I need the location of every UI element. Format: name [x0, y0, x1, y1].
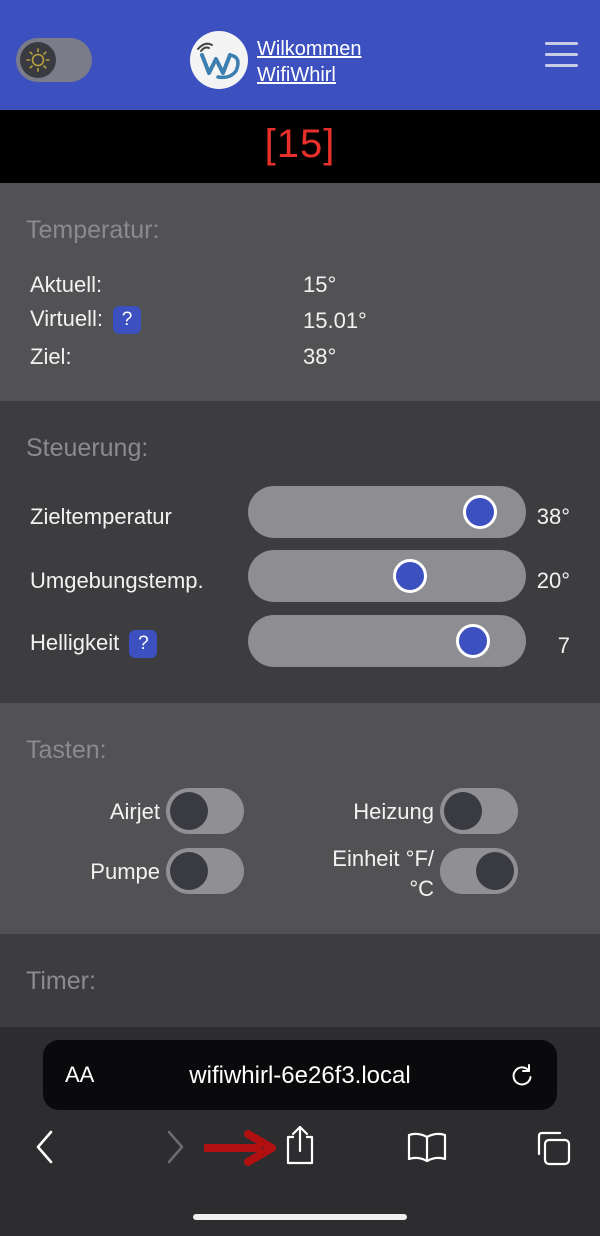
address-bar[interactable]: AA wifiwhirl-6e26f3.local	[43, 1040, 557, 1110]
pump-toggle[interactable]	[166, 848, 244, 894]
pump-label: Pumpe	[90, 859, 160, 884]
tabs-icon[interactable]	[535, 1130, 573, 1171]
ambient-temp-slider-value: 20°	[536, 568, 570, 593]
share-icon[interactable]	[283, 1123, 317, 1172]
url-text[interactable]: wifiwhirl-6e26f3.local	[43, 1062, 557, 1090]
brightness-slider[interactable]	[248, 615, 526, 667]
target-temp-slider-value: 38°	[536, 504, 570, 529]
target-temp-slider[interactable]	[248, 486, 526, 538]
toggle-knob	[170, 792, 208, 830]
back-icon[interactable]	[33, 1127, 57, 1172]
control-title: Steuerung:	[26, 434, 149, 462]
app-header: Wilkommen WifiWhirl	[0, 0, 600, 110]
unit-toggle[interactable]	[440, 848, 518, 894]
heating-toggle[interactable]	[440, 788, 518, 834]
airjet-toggle[interactable]	[166, 788, 244, 834]
slider-thumb[interactable]	[456, 624, 490, 658]
toggle-knob	[444, 792, 482, 830]
toggle-knob	[170, 852, 208, 890]
help-icon[interactable]: ?	[129, 630, 158, 659]
virtual-temp-value: 15.01°	[303, 308, 367, 333]
help-icon[interactable]: ?	[113, 306, 142, 335]
temperature-title: Temperatur:	[26, 216, 160, 244]
wifiwhirl-logo-icon	[190, 31, 248, 89]
virtual-temp-label: Virtuell:	[30, 306, 103, 331]
keys-section: Tasten: Airjet Heizung Pumpe Einheit °F/…	[0, 703, 600, 934]
slider-thumb[interactable]	[393, 559, 427, 593]
ambient-temp-slider[interactable]	[248, 550, 526, 602]
control-section: Steuerung: Zieltemperatur 38° Umgebungst…	[0, 401, 600, 703]
target-temp-slider-label: Zieltemperatur	[30, 504, 172, 529]
current-temp-label: Aktuell:	[30, 272, 103, 297]
display-bar: [15]	[0, 110, 600, 183]
home-indicator	[193, 1214, 407, 1220]
temperature-section: Temperatur: Aktuell: 15° Virtuell: ? 15.…	[0, 183, 600, 401]
toggle-knob	[476, 852, 514, 890]
hamburger-icon[interactable]	[545, 42, 578, 70]
bookmarks-icon[interactable]	[406, 1131, 448, 1168]
display-value: [15]	[264, 122, 336, 166]
sun-icon	[20, 42, 56, 78]
theme-toggle[interactable]	[16, 38, 92, 82]
keys-title: Tasten:	[26, 736, 107, 764]
browser-toolbar: AA wifiwhirl-6e26f3.local	[0, 1027, 600, 1236]
current-temp-value: 15°	[303, 272, 337, 297]
welcome-subtitle[interactable]: WifiWhirl	[257, 62, 361, 88]
virtual-temp-row: Virtuell: ?	[30, 306, 142, 335]
welcome-title[interactable]: Wilkommen	[257, 36, 361, 62]
brightness-row: Helligkeit ?	[30, 630, 158, 659]
heating-label: Heizung	[353, 799, 434, 824]
annotation-arrow-icon	[202, 1130, 276, 1171]
brightness-slider-value: 7	[557, 633, 570, 658]
target-temp-label: Ziel:	[30, 344, 72, 369]
ambient-temp-slider-label: Umgebungstemp.	[30, 568, 204, 593]
timer-title: Timer:	[26, 967, 96, 995]
brightness-label: Helligkeit	[30, 630, 120, 655]
reload-icon[interactable]	[509, 1062, 535, 1093]
unit-label: Einheit °F/ °C	[332, 846, 434, 901]
welcome-link[interactable]: Wilkommen WifiWhirl	[257, 36, 361, 88]
forward-icon[interactable]	[163, 1127, 187, 1172]
slider-thumb[interactable]	[463, 495, 497, 529]
target-temp-value: 38°	[303, 344, 337, 369]
airjet-label: Airjet	[109, 799, 160, 824]
